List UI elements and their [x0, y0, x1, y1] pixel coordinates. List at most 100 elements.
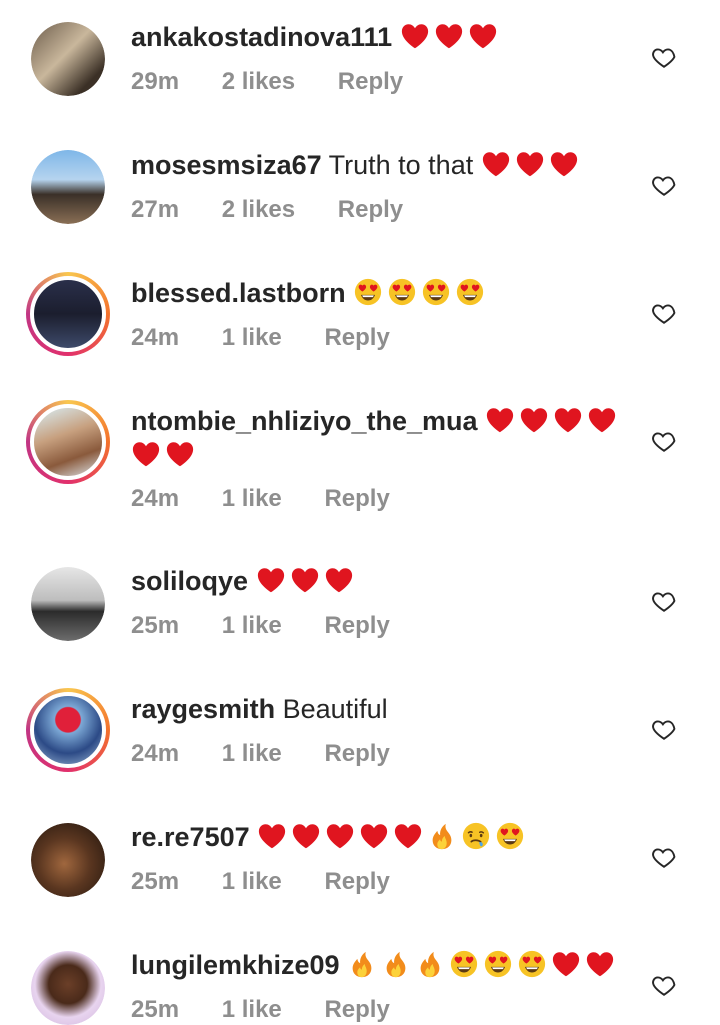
comment-emojis	[257, 822, 529, 852]
comment-time: 27m	[131, 196, 180, 223]
avatar-story-ring[interactable]	[26, 272, 110, 356]
comment-list: ankakostadinova111 29m 2 likes Reply mos…	[0, 0, 720, 1025]
comment-username[interactable]: ankakostadinova111	[131, 22, 392, 52]
comment-time: 29m	[131, 68, 180, 95]
reply-button[interactable]: Reply	[324, 612, 389, 639]
like-heart-icon[interactable]	[651, 972, 677, 998]
avatar[interactable]	[31, 823, 105, 897]
heart-emoji-icon	[469, 24, 496, 49]
like-heart-icon[interactable]	[651, 172, 677, 198]
heart-emoji-icon	[482, 152, 509, 177]
avatar[interactable]	[31, 150, 105, 224]
comment-text: Beautiful	[282, 694, 388, 724]
comment-likes[interactable]: 1 like	[222, 868, 282, 895]
heart-emoji-icon	[327, 824, 354, 849]
reply-button[interactable]: Reply	[324, 324, 389, 351]
heart-emoji-icon	[132, 442, 160, 467]
heart-emoji-icon	[554, 408, 582, 433]
comment-emojis	[481, 150, 583, 180]
heart-emoji-icon	[361, 824, 388, 849]
fire-emoji-icon	[432, 823, 452, 850]
heart-eyes-emoji-icon	[497, 822, 524, 850]
heart-eyes-emoji-icon	[484, 950, 512, 978]
avatar[interactable]	[31, 951, 105, 1025]
heart-emoji-icon	[293, 824, 320, 849]
comment-username[interactable]: lungilemkhize09	[131, 950, 340, 980]
comment-meta: 27m 2 likes Reply	[131, 196, 439, 224]
like-heart-icon[interactable]	[651, 300, 677, 326]
heart-emoji-icon	[395, 824, 422, 849]
heart-emoji-icon	[550, 152, 577, 177]
comment-time: 25m	[131, 868, 180, 895]
comment-time: 25m	[131, 996, 180, 1023]
comment-username[interactable]: raygesmith	[131, 694, 275, 724]
heart-eyes-emoji-icon	[388, 278, 416, 306]
comment-username[interactable]: soliloqye	[131, 566, 248, 596]
comment-time: 24m	[131, 740, 180, 767]
comment-meta: 25m 1 like Reply	[131, 612, 426, 640]
avatar-story-ring[interactable]	[26, 400, 110, 484]
heart-eyes-emoji-icon	[422, 278, 450, 306]
heart-emoji-icon	[257, 568, 284, 593]
heart-eyes-emoji-icon	[518, 950, 546, 978]
comment-meta: 24m 1 like Reply	[131, 740, 426, 768]
comment-likes[interactable]: 1 like	[222, 740, 282, 767]
drooling-emoji-icon	[463, 822, 490, 850]
like-heart-icon[interactable]	[651, 588, 677, 614]
heart-emoji-icon	[486, 408, 514, 433]
like-heart-icon[interactable]	[651, 428, 677, 454]
comment-emojis	[347, 950, 619, 980]
comment-likes[interactable]: 1 like	[222, 485, 282, 512]
comment-emojis	[400, 22, 502, 52]
heart-eyes-emoji-icon	[450, 950, 478, 978]
comment-likes[interactable]: 1 like	[222, 612, 282, 639]
reply-button[interactable]: Reply	[338, 196, 403, 223]
heart-emoji-icon	[291, 568, 318, 593]
comment-time: 25m	[131, 612, 180, 639]
heart-emoji-icon	[325, 568, 352, 593]
comment-meta: 25m 1 like Reply	[131, 996, 426, 1024]
heart-eyes-emoji-icon	[456, 278, 484, 306]
fire-emoji-icon	[420, 951, 440, 978]
heart-emoji-icon	[588, 408, 616, 433]
comment-likes[interactable]: 1 like	[222, 996, 282, 1023]
heart-emoji-icon	[401, 24, 428, 49]
comment-username[interactable]: ntombie_nhliziyo_the_mua	[131, 406, 478, 436]
heart-eyes-emoji-icon	[354, 278, 382, 306]
comment-username[interactable]: blessed.lastborn	[131, 278, 346, 308]
reply-button[interactable]: Reply	[324, 740, 389, 767]
comment-text: Truth to that	[328, 150, 474, 180]
avatar[interactable]	[31, 567, 105, 641]
heart-emoji-icon	[435, 24, 462, 49]
fire-emoji-icon	[386, 951, 406, 978]
comment-meta: 29m 2 likes Reply	[131, 68, 439, 96]
comment-likes[interactable]: 2 likes	[222, 68, 295, 95]
reply-button[interactable]: Reply	[324, 868, 389, 895]
reply-button[interactable]: Reply	[324, 996, 389, 1023]
comment-meta: 24m 1 like Reply	[131, 324, 426, 352]
comment-username[interactable]: mosesmsiza67	[131, 150, 322, 180]
avatar-story-ring[interactable]	[26, 688, 110, 772]
comment-time: 24m	[131, 324, 180, 351]
reply-button[interactable]: Reply	[324, 485, 389, 512]
like-heart-icon[interactable]	[651, 44, 677, 70]
like-heart-icon[interactable]	[651, 844, 677, 870]
comment-meta: 25m 1 like Reply	[131, 868, 426, 896]
heart-emoji-icon	[586, 952, 614, 977]
heart-emoji-icon	[520, 408, 548, 433]
comment-meta: 24m 1 like Reply	[131, 485, 426, 513]
comment-time: 24m	[131, 485, 180, 512]
reply-button[interactable]: Reply	[338, 68, 403, 95]
like-heart-icon[interactable]	[651, 716, 677, 742]
avatar[interactable]	[31, 22, 105, 96]
fire-emoji-icon	[352, 951, 372, 978]
comment-emojis	[256, 566, 358, 596]
heart-emoji-icon	[166, 442, 194, 467]
heart-emoji-icon	[259, 824, 286, 849]
comment-emojis	[353, 278, 489, 308]
heart-emoji-icon	[552, 952, 580, 977]
comment-likes[interactable]: 1 like	[222, 324, 282, 351]
heart-emoji-icon	[516, 152, 543, 177]
comment-likes[interactable]: 2 likes	[222, 196, 295, 223]
comment-username[interactable]: re.re7507	[131, 822, 250, 852]
